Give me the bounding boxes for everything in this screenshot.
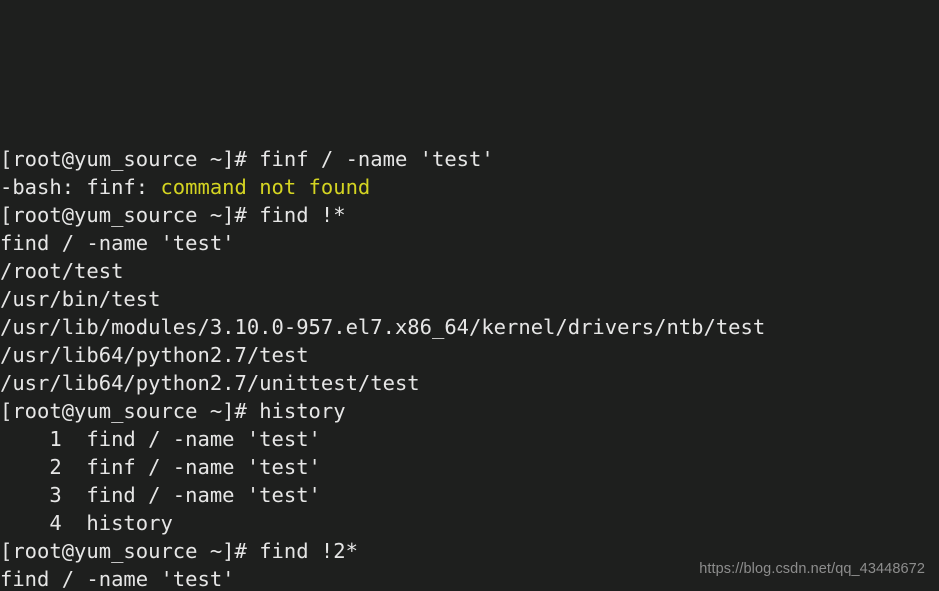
terminal-text: 4 history <box>0 511 173 535</box>
terminal-line: find / -name 'test' <box>0 229 939 257</box>
terminal-line: /usr/lib64/python2.7/test <box>0 341 939 369</box>
terminal-text: 3 find / -name 'test' <box>0 483 321 507</box>
terminal-line: /usr/bin/test <box>0 285 939 313</box>
terminal-text: /root/test <box>0 259 124 283</box>
shell-prompt: [root@yum_source ~]# <box>0 203 260 227</box>
terminal-line: [root@yum_source ~]# find !2* <box>0 537 939 565</box>
terminal-line: /usr/lib/modules/3.10.0-957.el7.x86_64/k… <box>0 313 939 341</box>
terminal-text: 2 finf / -name 'test' <box>0 455 321 479</box>
terminal-text: history <box>259 399 346 423</box>
terminal-text: find !2* <box>259 539 358 563</box>
terminal-text: find / -name 'test' <box>0 231 235 255</box>
terminal-text: command not found <box>160 175 371 199</box>
terminal-screen[interactable]: /usr/lib64/python2.7/unittest/test [root… <box>0 0 939 591</box>
terminal-line: /usr/lib64/python2.7/unittest/test <box>0 369 939 397</box>
shell-prompt: [root@yum_source ~]# <box>0 399 260 423</box>
terminal-line: [root@yum_source ~]# find !* <box>0 201 939 229</box>
terminal-line: /root/test <box>0 257 939 285</box>
terminal-text: -bash: finf: <box>0 175 161 199</box>
terminal-line: find / -name 'test' <box>0 565 939 591</box>
terminal-text: find / -name 'test' <box>0 567 235 591</box>
terminal-line: 1 find / -name 'test' <box>0 425 939 453</box>
terminal-line: [root@yum_source ~]# history <box>0 397 939 425</box>
terminal-text: /usr/lib64/python2.7/unittest/test <box>0 371 420 395</box>
terminal-line: 3 find / -name 'test' <box>0 481 939 509</box>
terminal-line: -bash: finf: command not found <box>0 173 939 201</box>
terminal-text: /usr/lib/modules/3.10.0-957.el7.x86_64/k… <box>0 315 766 339</box>
terminal-window[interactable]: /usr/lib64/python2.7/unittest/test [root… <box>0 0 939 591</box>
shell-prompt: [root@yum_source ~]# <box>0 147 260 171</box>
terminal-line-clipped: /usr/lib64/python2.7/unittest/test <box>0 33 939 61</box>
terminal-text: 1 find / -name 'test' <box>0 427 321 451</box>
terminal-text: finf / -name 'test' <box>259 147 494 171</box>
terminal-line: 4 history <box>0 509 939 537</box>
terminal-line: [root@yum_source ~]# finf / -name 'test' <box>0 145 939 173</box>
terminal-text: find !* <box>259 203 346 227</box>
terminal-line: 2 finf / -name 'test' <box>0 453 939 481</box>
shell-prompt: [root@yum_source ~]# <box>0 539 260 563</box>
terminal-text: /usr/bin/test <box>0 287 161 311</box>
terminal-text: /usr/lib64/python2.7/test <box>0 343 309 367</box>
